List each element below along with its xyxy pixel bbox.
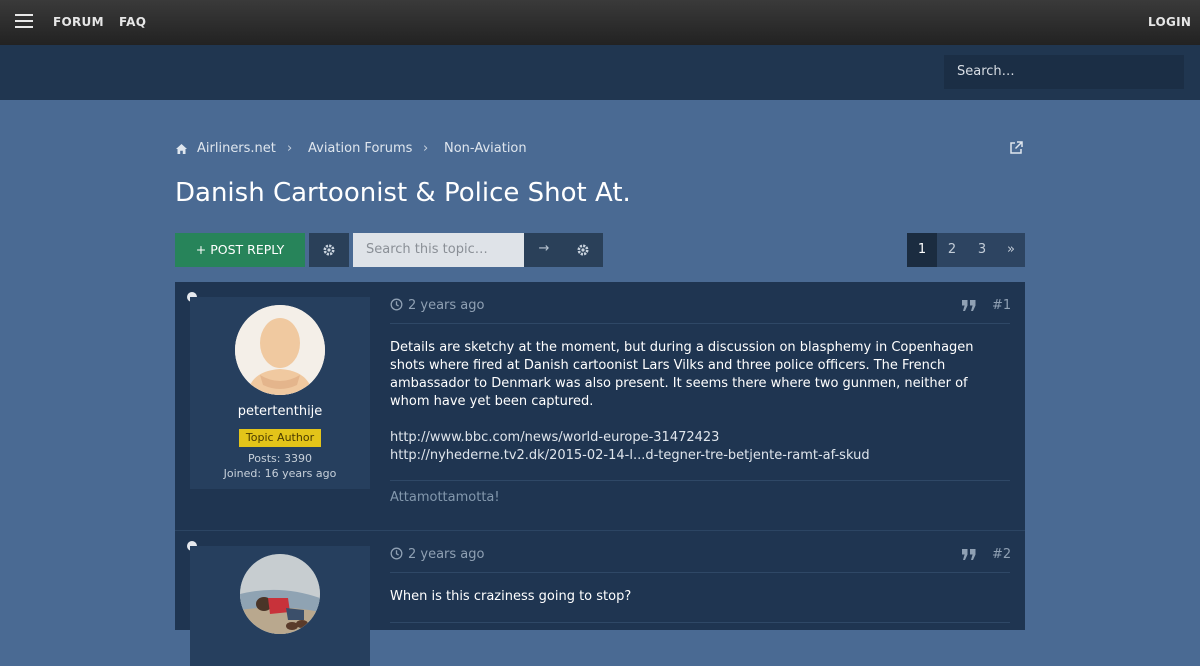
post-number-link[interactable]: #1 bbox=[992, 298, 1011, 313]
breadcrumb-airliners[interactable]: Airliners.net bbox=[197, 141, 276, 156]
topic-search-input[interactable]: Search this topic… bbox=[353, 233, 524, 267]
post-timestamp: 2 years ago bbox=[390, 547, 484, 562]
post: 2 years ago #2 When is this craziness go… bbox=[175, 531, 1025, 666]
post-timestamp: 2 years ago bbox=[390, 298, 484, 313]
author-joined: Joined: 16 years ago bbox=[223, 467, 337, 480]
post-signature: Attamottamotta! bbox=[390, 490, 500, 505]
page-3-button[interactable]: 3 bbox=[967, 233, 997, 267]
avatar[interactable] bbox=[235, 305, 325, 395]
post-link[interactable]: http://www.bbc.com/news/world-europe-314… bbox=[390, 429, 990, 447]
post: petertenthije Topic Author Posts: 3390 J… bbox=[175, 282, 1025, 530]
author-post-count: Posts: 3390 bbox=[248, 452, 312, 465]
post-time: 2 years ago bbox=[408, 298, 485, 313]
next-page-button[interactable]: » bbox=[997, 233, 1025, 267]
top-navbar: FORUM FAQ LOGIN bbox=[0, 0, 1200, 45]
login-link[interactable]: LOGIN bbox=[1148, 15, 1191, 29]
author-name[interactable]: petertenthije bbox=[190, 404, 370, 419]
post-list: petertenthije Topic Author Posts: 3390 J… bbox=[175, 282, 1025, 666]
post-link[interactable]: http://nyhederne.tv2.dk/2015-02-14-l...d… bbox=[390, 447, 990, 465]
post-time: 2 years ago bbox=[408, 547, 485, 562]
chevron-right-icon: › bbox=[287, 141, 293, 156]
post-number-link[interactable]: #2 bbox=[992, 547, 1011, 562]
topic-author-badge: Topic Author bbox=[239, 429, 321, 447]
divider bbox=[390, 480, 1010, 481]
default-avatar-icon bbox=[235, 305, 325, 395]
user-photo-icon bbox=[240, 554, 320, 634]
nav-faq-link[interactable]: FAQ bbox=[119, 15, 146, 29]
menu-icon[interactable] bbox=[15, 14, 33, 28]
site-search-input[interactable]: Search… bbox=[944, 55, 1184, 89]
divider bbox=[390, 323, 1010, 324]
divider bbox=[390, 572, 1010, 573]
site-header: Search… bbox=[0, 45, 1200, 100]
advanced-search-button[interactable] bbox=[563, 233, 603, 267]
breadcrumb-aviation-forums[interactable]: Aviation Forums bbox=[308, 141, 412, 156]
quote-icon[interactable] bbox=[961, 548, 977, 561]
avatar[interactable] bbox=[240, 554, 320, 634]
post-body: Details are sketchy at the moment, but d… bbox=[390, 339, 990, 465]
post-reply-button[interactable]: + POST REPLY bbox=[175, 233, 305, 267]
gear-icon bbox=[323, 244, 335, 256]
post-body: When is this craziness going to stop? bbox=[390, 589, 632, 604]
divider bbox=[390, 622, 1010, 623]
arrow-right-icon: → bbox=[538, 241, 550, 256]
topic-search-submit[interactable]: → bbox=[524, 233, 564, 267]
clock-icon bbox=[390, 547, 403, 560]
topic-tools-button[interactable] bbox=[309, 233, 349, 267]
breadcrumb-non-aviation[interactable]: Non-Aviation bbox=[444, 141, 527, 156]
nav-forum-link[interactable]: FORUM bbox=[53, 15, 104, 29]
quote-icon[interactable] bbox=[961, 299, 977, 312]
home-icon[interactable] bbox=[175, 143, 188, 155]
author-card bbox=[190, 546, 370, 666]
post-content: Details are sketchy at the moment, but d… bbox=[390, 340, 974, 409]
topic-title: Danish Cartoonist & Police Shot At. bbox=[175, 178, 631, 208]
page-2-button[interactable]: 2 bbox=[937, 233, 967, 267]
page-1-button[interactable]: 1 bbox=[907, 233, 937, 267]
author-card: petertenthije Topic Author Posts: 3390 J… bbox=[190, 297, 370, 489]
chevron-right-icon: › bbox=[423, 141, 429, 156]
external-link-icon[interactable] bbox=[1008, 140, 1024, 156]
clock-icon bbox=[390, 298, 403, 311]
gear-icon bbox=[577, 244, 589, 256]
